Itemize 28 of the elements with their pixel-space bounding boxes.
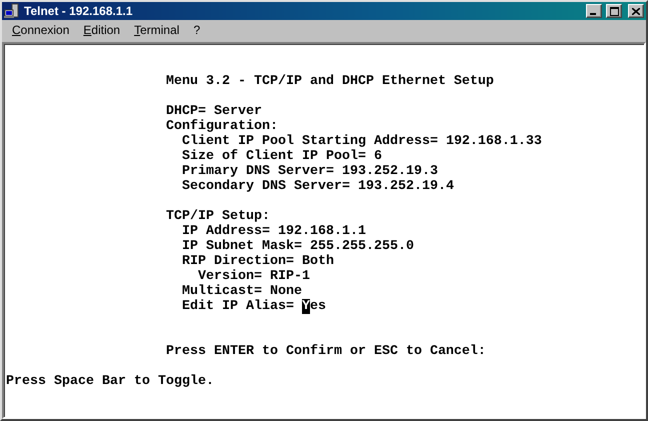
prompt-line: Press ENTER to Confirm or ESC to Cancel:: [166, 344, 486, 359]
terminal-line: RIP Direction= Both: [182, 254, 334, 269]
terminal-line: DHCP= Server: [166, 104, 262, 119]
terminal-line: Edit IP Alias= Yes: [182, 299, 326, 314]
terminal-line: Configuration:: [166, 119, 278, 134]
terminal-line: Multicast= None: [182, 284, 302, 299]
terminal-line: Client IP Pool Starting Address= 192.168.1.33: [182, 134, 542, 149]
close-icon: [632, 8, 640, 14]
status-line: Press Space Bar to Toggle.: [6, 374, 214, 389]
maximize-icon: [610, 6, 618, 16]
menu-item[interactable]: Edition: [76, 23, 128, 37]
terminal-line: IP Subnet Mask= 255.255.255.0: [182, 239, 414, 254]
terminal-line: Version= RIP-1: [198, 269, 310, 284]
computer-icon: [4, 3, 20, 19]
menu-item[interactable]: ?: [186, 23, 208, 37]
terminal-line: Size of Client IP Pool= 6: [182, 149, 382, 164]
text-cursor: Y: [302, 299, 310, 314]
terminal-line: Secondary DNS Server= 193.252.19.4: [182, 179, 454, 194]
menu-item[interactable]: Connexion: [5, 23, 76, 37]
window-title: Telnet - 192.168.1.1: [24, 4, 134, 18]
close-button[interactable]: [628, 4, 644, 18]
terminal-line: Primary DNS Server= 193.252.19.3: [182, 164, 438, 179]
terminal-line: TCP/IP Setup:: [166, 209, 270, 224]
minimize-button[interactable]: [586, 4, 602, 18]
terminal-line: IP Address= 192.168.1.1: [182, 224, 366, 239]
menu-item[interactable]: Terminal: [127, 23, 186, 37]
menu-heading: Menu 3.2 - TCP/IP and DHCP Ethernet Setup: [166, 74, 494, 89]
maximize-button[interactable]: [606, 4, 622, 18]
